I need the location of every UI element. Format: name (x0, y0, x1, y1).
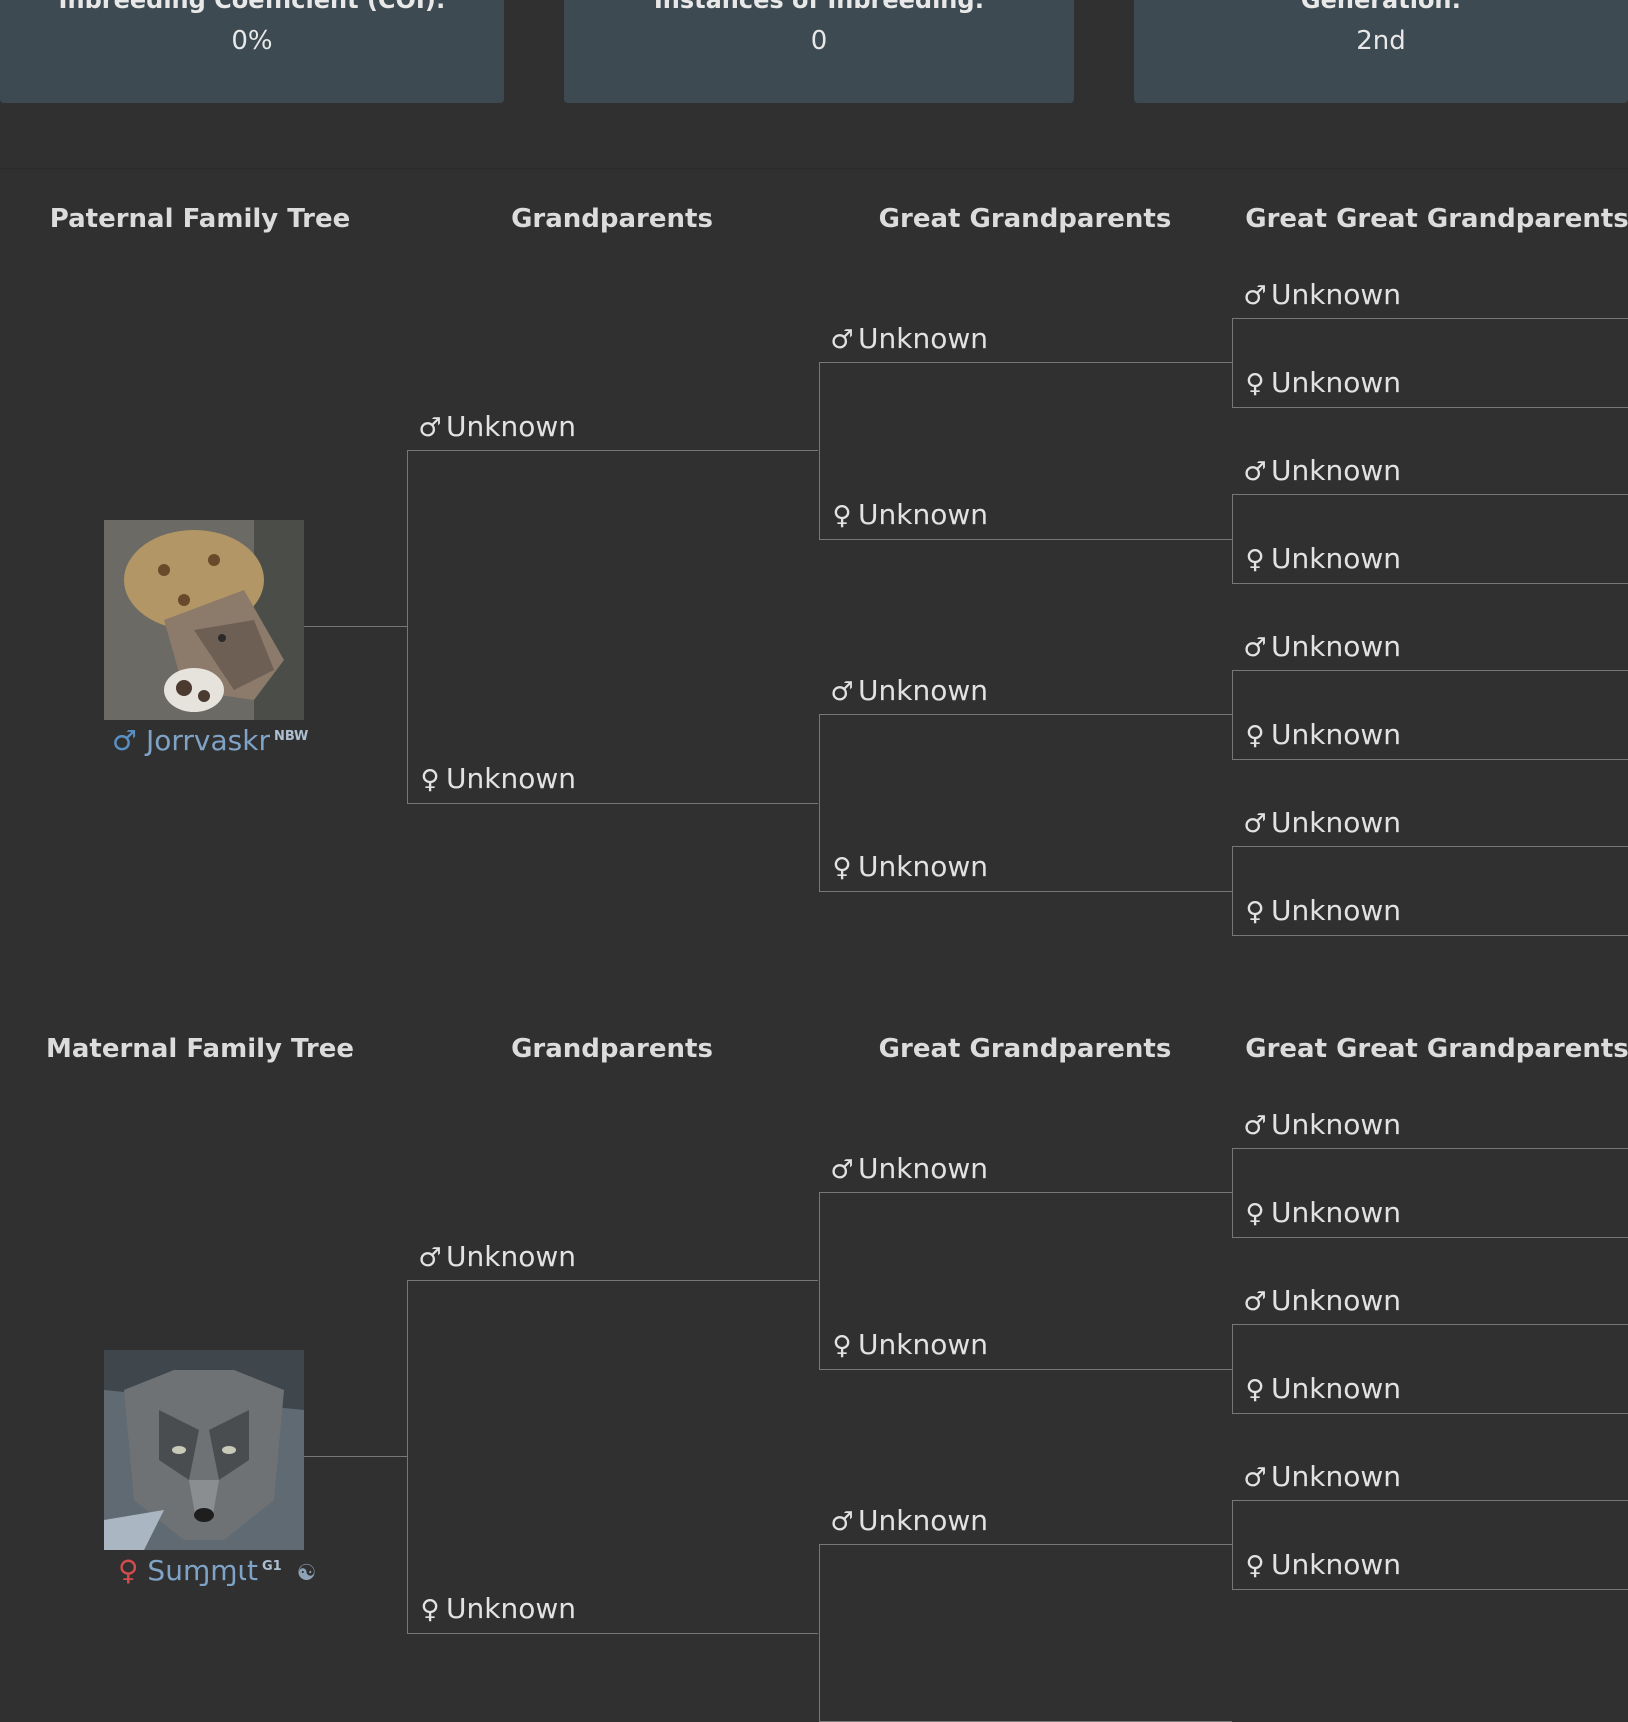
connector (819, 1544, 1232, 1722)
ancestor-entry[interactable]: ♂ Unknown (830, 1152, 988, 1185)
female-icon: ♀ (1245, 1551, 1265, 1581)
ancestor-entry[interactable]: ♂ Unknown (1243, 1284, 1401, 1317)
ancestor-name: Unknown (1271, 278, 1401, 311)
ancestor-entry[interactable]: ♂ Unknown (1243, 454, 1401, 487)
column-great-great-grandparents: Great Great Grandparents (1245, 204, 1628, 234)
male-icon: ♂ (1243, 1287, 1267, 1317)
connector (304, 626, 408, 627)
female-icon: ♀ (1245, 369, 1265, 399)
female-icon: ♀ (1245, 721, 1265, 751)
male-icon: ♂ (1243, 281, 1267, 311)
male-icon: ♂ (112, 724, 138, 757)
ancestor-entry[interactable]: ♂ Unknown (1243, 630, 1401, 663)
ancestor-name: Unknown (858, 1328, 988, 1361)
ancestor-entry[interactable]: ♂ Unknown (418, 410, 576, 443)
male-icon: ♂ (830, 1155, 854, 1185)
avatar[interactable] (104, 1350, 304, 1550)
ancestor-entry[interactable]: ♂ Unknown (830, 322, 988, 355)
male-icon: ♂ (830, 325, 854, 355)
column-grandparents: Grandparents (511, 204, 713, 234)
ancestor-entry[interactable]: ♀ Unknown (418, 762, 576, 795)
ancestor-name: Unknown (858, 674, 988, 707)
female-icon: ♀ (118, 1554, 139, 1587)
ancestor-name: Unknown (446, 1592, 576, 1625)
male-icon: ♂ (418, 1243, 442, 1273)
ancestor-entry[interactable]: ♂ Unknown (1243, 278, 1401, 311)
ancestor-name: Unknown (1271, 1196, 1401, 1229)
ancestor-name: Unknown (1271, 1548, 1401, 1581)
column-great-grandparents: Great Grandparents (878, 204, 1172, 234)
ancestor-name: Unknown (858, 1504, 988, 1537)
ancestor-name: Unknown (1271, 1460, 1401, 1493)
male-icon: ♂ (830, 1507, 854, 1537)
ancestor-name: Unknown (1271, 718, 1401, 751)
paternal-tree-title: Paternal Family Tree (49, 204, 351, 234)
female-icon: ♀ (420, 765, 440, 795)
female-icon: ♀ (1245, 1375, 1265, 1405)
ancestor-name: Unknown (1271, 630, 1401, 663)
female-icon: ♀ (1245, 545, 1265, 575)
ancestor-entry[interactable]: ♀ Unknown (830, 1328, 988, 1361)
ancestor-name: Unknown (446, 1240, 576, 1273)
ancestor-name: Unknown (1271, 366, 1401, 399)
male-icon: ♂ (830, 677, 854, 707)
ancestor-entry[interactable]: ♀ Unknown (1243, 366, 1401, 399)
ancestor-entry[interactable]: ♀ Unknown (830, 498, 988, 531)
badge: NBW (273, 728, 309, 744)
column-grandparents: Grandparents (511, 1034, 713, 1064)
column-great-grandparents: Great Grandparents (878, 1034, 1172, 1064)
ancestor-name: Unknown (858, 1152, 988, 1185)
ancestor-entry[interactable]: ♀ Unknown (418, 1592, 576, 1625)
connector (407, 1280, 818, 1634)
ancestor-entry[interactable]: ♂ Unknown (1243, 1108, 1401, 1141)
maternal-tree: Maternal Family Tree Grandparents Great … (0, 830, 1628, 1722)
ancestor-entry[interactable]: ♀ Unknown (1243, 1372, 1401, 1405)
male-icon: ♂ (1243, 633, 1267, 663)
ancestor-name: Unknown (446, 410, 576, 443)
column-great-great-grandparents: Great Great Grandparents (1245, 1034, 1628, 1064)
ancestor-name: Unknown (1271, 454, 1401, 487)
yin-yang-icon: ☯ (296, 1561, 317, 1586)
connector (407, 450, 818, 804)
ancestor-entry[interactable]: ♂ Unknown (1243, 1460, 1401, 1493)
male-icon: ♂ (1243, 457, 1267, 487)
subject-name-summit[interactable]: ♀ Suɱɱɩt G1 ☯ (118, 1554, 316, 1587)
ancestor-name: Unknown (446, 762, 576, 795)
ancestor-entry[interactable]: ♂ Unknown (830, 674, 988, 707)
avatar[interactable] (104, 520, 304, 720)
connector (304, 1456, 408, 1457)
female-icon: ♀ (1245, 1199, 1265, 1229)
male-icon: ♂ (418, 413, 442, 443)
badge: G1 (261, 1558, 282, 1574)
female-icon: ♀ (420, 1595, 440, 1625)
ancestor-entry[interactable]: ♀ Unknown (1243, 1548, 1401, 1581)
subject-name: Jorrvaskr (146, 724, 270, 757)
ancestor-entry[interactable]: ♀ Unknown (1243, 1196, 1401, 1229)
female-icon: ♀ (832, 1331, 852, 1361)
ancestor-name: Unknown (1271, 1108, 1401, 1141)
ancestor-name: Unknown (1271, 1284, 1401, 1317)
ancestor-entry[interactable]: ♀ Unknown (1243, 542, 1401, 575)
male-icon: ♂ (1243, 1463, 1267, 1493)
ancestor-name: Unknown (858, 322, 988, 355)
ancestor-entry[interactable]: ♂ Unknown (830, 1504, 988, 1537)
subject-name-jorrvaskr[interactable]: ♂ Jorrvaskr NBW (112, 724, 308, 757)
ancestor-name: Unknown (1271, 542, 1401, 575)
female-icon: ♀ (832, 501, 852, 531)
ancestor-entry[interactable]: ♂ Unknown (418, 1240, 576, 1273)
ancestor-entry[interactable]: ♀ Unknown (1243, 718, 1401, 751)
paternal-tree: Paternal Family Tree Grandparents Great … (0, 0, 1628, 960)
subject-name: Suɱɱɩt (147, 1554, 258, 1587)
wolf-portrait-image (104, 1350, 304, 1550)
ancestor-name: Unknown (1271, 1372, 1401, 1405)
maternal-tree-title: Maternal Family Tree (46, 1034, 354, 1064)
male-icon: ♂ (1243, 1111, 1267, 1141)
ancestor-name: Unknown (858, 498, 988, 531)
wolf-portrait-image (104, 520, 304, 720)
